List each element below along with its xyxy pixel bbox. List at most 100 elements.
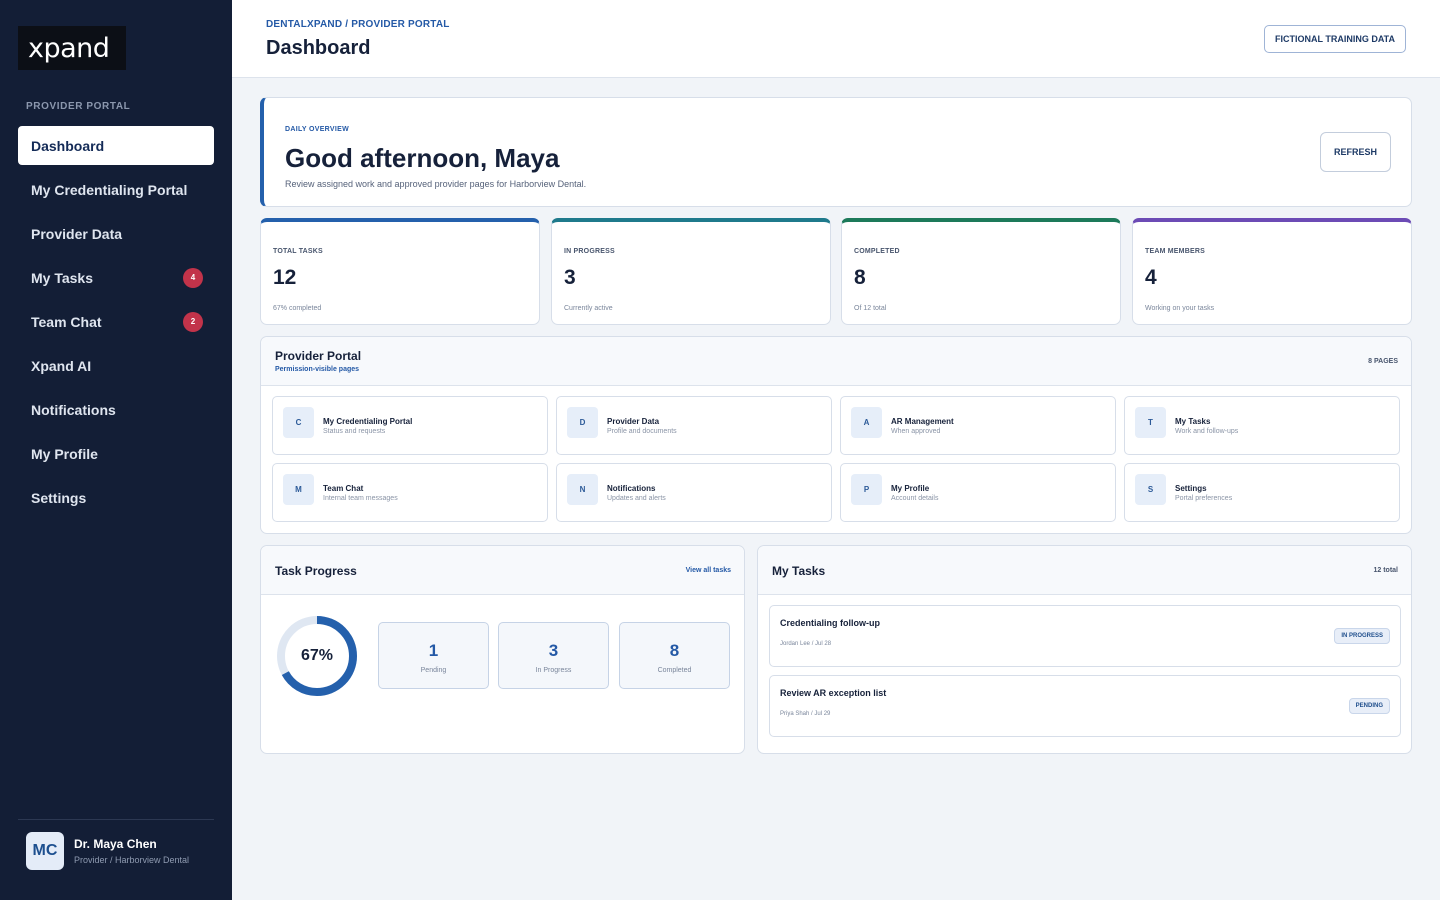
my-tasks-panel: My Tasks 12 total Credentialing follow-u… xyxy=(757,545,1412,754)
stat-card-in-progress: IN PROGRESS 3 Currently active xyxy=(551,218,831,325)
portal-tile-ar-management[interactable]: A AR Management When approved xyxy=(840,396,1116,455)
sidebar-item-label: Xpand AI xyxy=(31,357,92,374)
progress-box-label: In Progress xyxy=(535,667,572,674)
sidebar-item-xpand-ai[interactable]: Xpand AI xyxy=(18,346,214,385)
tile-subtitle: Work and follow-ups xyxy=(1175,428,1239,435)
sidebar-item-label: Dashboard xyxy=(31,137,105,154)
task-total: 12 total xyxy=(1373,567,1398,574)
panel-header: My Tasks 12 total xyxy=(758,546,1411,595)
training-data-button[interactable]: FICTIONAL TRAINING DATA xyxy=(1264,25,1406,53)
sidebar-item-label: Notifications xyxy=(31,401,116,418)
notifications-icon: N xyxy=(567,474,598,505)
portal-tile-credentialing[interactable]: C My Credentialing Portal Status and req… xyxy=(272,396,548,455)
stat-card-team-members: TEAM MEMBERS 4 Working on your tasks xyxy=(1132,218,1412,325)
progress-box-value: 1 xyxy=(428,641,439,660)
sidebar-item-label: My Profile xyxy=(31,445,98,462)
task-row[interactable]: Credentialing follow-up Jordan Lee / Jul… xyxy=(769,605,1401,667)
sidebar-item-label: Provider Data xyxy=(31,225,123,242)
portal-tile-my-profile[interactable]: P My Profile Account details xyxy=(840,463,1116,522)
overview-subtitle: Review assigned work and approved provid… xyxy=(285,179,587,189)
breadcrumb[interactable]: DENTALXPAND / PROVIDER PORTAL xyxy=(266,19,450,30)
stat-label: COMPLETED xyxy=(854,248,900,255)
tile-subtitle: Updates and alerts xyxy=(607,495,666,502)
tasks-icon: T xyxy=(1135,407,1166,438)
task-progress-panel: Task Progress View all tasks 67% 1 Pendi… xyxy=(260,545,745,754)
tile-subtitle: Profile and documents xyxy=(607,428,677,435)
sidebar-item-provider-data[interactable]: Provider Data xyxy=(18,214,214,253)
panel-header: Task Progress View all tasks xyxy=(261,546,744,595)
stat-value: 8 xyxy=(854,266,866,289)
task-row[interactable]: Review AR exception list Priya Shah / Ju… xyxy=(769,675,1401,737)
panel-header: Provider Portal Permission-visible pages… xyxy=(261,337,1411,386)
tile-subtitle: Account details xyxy=(891,495,939,502)
xpand-logo[interactable]: xpand xyxy=(18,26,126,70)
ar-management-icon: A xyxy=(851,407,882,438)
sidebar-item-settings[interactable]: Settings xyxy=(18,478,214,517)
progress-box-in-progress: 3 In Progress xyxy=(498,622,609,689)
sidebar-item-team-chat[interactable]: Team Chat 2 xyxy=(18,302,214,341)
overview-label: DAILY OVERVIEW xyxy=(285,126,349,133)
sidebar-section-label: PROVIDER PORTAL xyxy=(26,101,131,112)
sidebar-item-label: Settings xyxy=(31,489,87,506)
stat-value: 12 xyxy=(273,266,297,289)
portal-tile-notifications[interactable]: N Notifications Updates and alerts xyxy=(556,463,832,522)
tile-subtitle: Portal preferences xyxy=(1175,495,1233,502)
stat-note: Working on your tasks xyxy=(1145,305,1215,312)
tile-title: Provider Data xyxy=(607,417,660,426)
progress-box-completed: 8 Completed xyxy=(619,622,730,689)
tile-title: My Tasks xyxy=(1175,417,1211,426)
avatar: MC xyxy=(26,832,64,870)
user-profile-summary[interactable]: MC Dr. Maya Chen Provider / Harborview D… xyxy=(26,832,189,870)
chat-count-badge: 2 xyxy=(183,311,203,332)
sidebar-nav: Dashboard My Credentialing Portal Provid… xyxy=(18,126,214,522)
task-title: Review AR exception list xyxy=(780,688,887,698)
sidebar-item-notifications[interactable]: Notifications xyxy=(18,390,214,429)
panel-title: Task Progress xyxy=(275,564,357,578)
tile-subtitle: Status and requests xyxy=(323,428,386,435)
tile-title: AR Management xyxy=(891,417,954,426)
tile-subtitle: Internal team messages xyxy=(323,495,398,502)
portal-tile-team-chat[interactable]: M Team Chat Internal team messages xyxy=(272,463,548,522)
panel-title: Provider Portal xyxy=(275,349,362,363)
refresh-button[interactable]: REFRESH xyxy=(1320,132,1391,172)
portal-tile-my-tasks[interactable]: T My Tasks Work and follow-ups xyxy=(1124,396,1400,455)
stat-note: 67% completed xyxy=(273,305,322,312)
tile-title: Team Chat xyxy=(323,484,364,493)
page-header: DENTALXPAND / PROVIDER PORTAL Dashboard … xyxy=(232,0,1440,78)
status-badge: IN PROGRESS xyxy=(1334,628,1390,644)
progress-box-label: Completed xyxy=(657,667,692,674)
provider-portal-panel: Provider Portal Permission-visible pages… xyxy=(260,336,1412,534)
daily-overview-card: DAILY OVERVIEW Good afternoon, Maya Revi… xyxy=(260,97,1412,207)
task-title: Credentialing follow-up xyxy=(780,618,880,628)
task-meta: Jordan Lee / Jul 28 xyxy=(780,641,832,647)
portal-tile-provider-data[interactable]: D Provider Data Profile and documents xyxy=(556,396,832,455)
sidebar-item-label: Team Chat xyxy=(31,313,102,330)
progress-percent: 67% xyxy=(300,647,334,664)
view-all-tasks-link[interactable]: View all tasks xyxy=(686,567,731,574)
stat-value: 3 xyxy=(564,266,576,289)
stat-note: Of 12 total xyxy=(854,305,887,312)
provider-data-icon: D xyxy=(567,407,598,438)
tile-title: My Credentialing Portal xyxy=(323,417,413,426)
progress-box-pending: 1 Pending xyxy=(378,622,489,689)
stat-label: TOTAL TASKS xyxy=(273,248,323,255)
team-chat-icon: M xyxy=(283,474,314,505)
panel-title: My Tasks xyxy=(772,564,826,578)
stat-value: 4 xyxy=(1145,266,1157,289)
user-role: Provider / Harborview Dental xyxy=(74,855,190,865)
stat-label: IN PROGRESS xyxy=(564,248,615,255)
stat-label: TEAM MEMBERS xyxy=(1145,248,1205,255)
sidebar-item-label: My Credentialing Portal xyxy=(31,181,188,198)
sidebar-divider xyxy=(18,819,214,820)
settings-icon: S xyxy=(1135,474,1166,505)
task-meta: Priya Shah / Jul 29 xyxy=(780,711,831,717)
portal-tile-settings[interactable]: S Settings Portal preferences xyxy=(1124,463,1400,522)
sidebar: xpand PROVIDER PORTAL Dashboard My Crede… xyxy=(0,0,232,900)
sidebar-item-dashboard[interactable]: Dashboard xyxy=(18,126,214,165)
page-title: Dashboard xyxy=(266,37,371,59)
sidebar-item-credentialing[interactable]: My Credentialing Portal xyxy=(18,170,214,209)
tasks-count-badge: 4 xyxy=(183,267,203,288)
page-count: 8 PAGES xyxy=(1368,358,1398,365)
sidebar-item-my-profile[interactable]: My Profile xyxy=(18,434,214,473)
sidebar-item-my-tasks[interactable]: My Tasks 4 xyxy=(18,258,214,297)
